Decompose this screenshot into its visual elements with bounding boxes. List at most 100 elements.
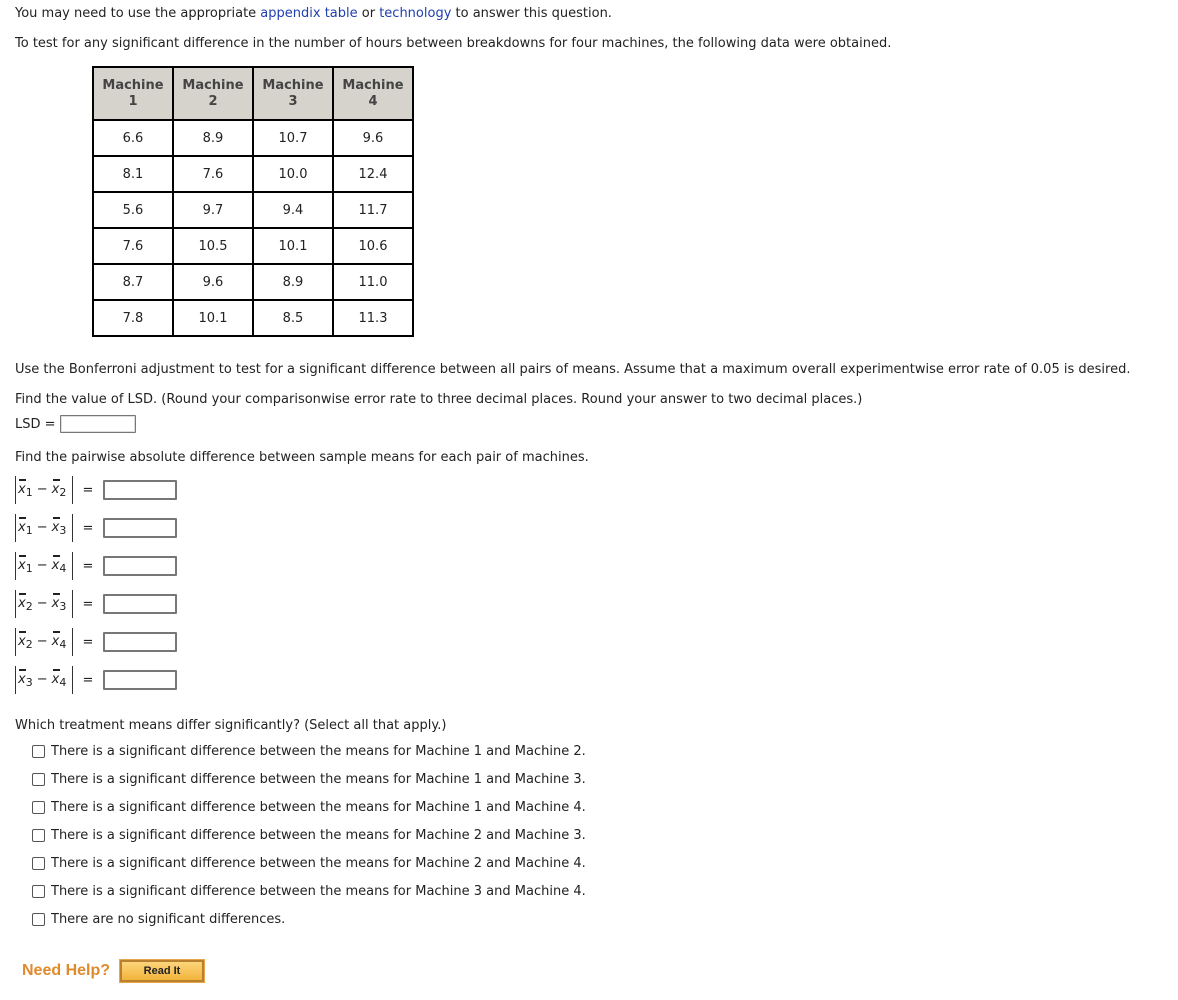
table-cell: 11.0: [332, 263, 414, 301]
table-cell: 9.6: [332, 119, 414, 157]
equals-sign: =: [82, 634, 94, 650]
equals-sign: =: [82, 596, 94, 612]
checkbox[interactable]: [32, 857, 45, 870]
option-label: There are no significant differences.: [51, 912, 286, 927]
intro-suffix: to answer this question.: [451, 6, 612, 21]
pairwise-diff-input-1-4[interactable]: [103, 556, 177, 576]
lsd-instruction: Find the value of LSD. (Round your compa…: [15, 392, 863, 407]
pairwise-row: x 1− x 2 =: [15, 474, 177, 506]
minus-sign: −: [36, 482, 48, 497]
lsd-input[interactable]: [59, 415, 136, 433]
minus-sign: −: [36, 520, 48, 535]
pairwise-diff-input-2-3[interactable]: [103, 594, 177, 614]
answer-option[interactable]: There is a significant difference betwee…: [32, 744, 586, 759]
table-cell: 11.7: [332, 191, 414, 229]
subscript: 3: [59, 600, 67, 613]
lsd-label: LSD =: [15, 416, 56, 432]
abs-difference-expression: x 2− x 4: [15, 628, 73, 656]
option-label: There is a significant difference betwee…: [51, 828, 586, 843]
bonferroni-instruction: Use the Bonferroni adjustment to test fo…: [15, 362, 1131, 377]
subscript: 1: [25, 524, 33, 537]
need-help-label: Need Help?: [22, 962, 111, 979]
technology-link[interactable]: technology: [379, 6, 451, 21]
answer-option[interactable]: There is a significant difference betwee…: [32, 856, 586, 871]
minus-sign: −: [36, 634, 48, 649]
table-row: 8.7 9.6 8.9 11.0: [92, 263, 414, 301]
table-row: 6.6 8.9 10.7 9.6: [92, 119, 414, 157]
abs-difference-expression: x 1− x 2: [15, 476, 73, 504]
table-cell: 9.7: [172, 191, 254, 229]
table-cell: 7.8: [92, 299, 174, 337]
abs-difference-expression: x 1− x 4: [15, 552, 73, 580]
table-cell: 12.4: [332, 155, 414, 193]
table-cell: 8.9: [252, 263, 334, 301]
equals-sign: =: [82, 672, 94, 688]
equals-sign: =: [82, 482, 94, 498]
minus-sign: −: [36, 596, 48, 611]
pairwise-diff-input-1-2[interactable]: [103, 480, 177, 500]
problem-statement: To test for any significant difference i…: [15, 36, 892, 51]
table-row: 5.6 9.7 9.4 11.7: [92, 191, 414, 229]
subscript: 2: [59, 486, 67, 499]
abs-difference-expression: x 3− x 4: [15, 666, 73, 694]
pairwise-diff-input-1-3[interactable]: [103, 518, 177, 538]
checkbox[interactable]: [32, 773, 45, 786]
significance-question: Which treatment means differ significant…: [15, 718, 447, 733]
table-cell: 11.3: [332, 299, 414, 337]
option-label: There is a significant difference betwee…: [51, 856, 586, 871]
checkbox[interactable]: [32, 745, 45, 758]
appendix-table-link[interactable]: appendix table: [260, 6, 357, 21]
pairwise-row: x 1− x 3 =: [15, 512, 177, 544]
checkbox[interactable]: [32, 885, 45, 898]
table-cell: 9.6: [172, 263, 254, 301]
table-cell: 9.4: [252, 191, 334, 229]
xbar-symbol: x: [52, 628, 60, 649]
table-cell: 8.5: [252, 299, 334, 337]
minus-sign: −: [36, 672, 48, 687]
subscript: 1: [25, 486, 33, 499]
xbar-symbol: x: [18, 514, 26, 535]
header-machine-4: Machine 4: [332, 66, 414, 121]
xbar-symbol: x: [52, 552, 60, 573]
xbar-symbol: x: [52, 476, 60, 497]
xbar-symbol: x: [18, 666, 26, 687]
pairwise-diff-input-3-4[interactable]: [103, 670, 177, 690]
xbar-symbol: x: [18, 628, 26, 649]
table-row: 7.8 10.1 8.5 11.3: [92, 299, 414, 337]
header-machine-1: Machine 1: [92, 66, 174, 121]
answer-option[interactable]: There is a significant difference betwee…: [32, 772, 586, 787]
option-label: There is a significant difference betwee…: [51, 772, 586, 787]
header-machine-3: Machine 3: [252, 66, 334, 121]
table-header-row: Machine 1 Machine 2 Machine 3 Machine 4: [92, 66, 414, 121]
checkbox[interactable]: [32, 913, 45, 926]
answer-option[interactable]: There is a significant difference betwee…: [32, 884, 586, 899]
table-cell: 6.6: [92, 119, 174, 157]
table-cell: 7.6: [92, 227, 174, 265]
table-cell: 10.1: [172, 299, 254, 337]
answer-option[interactable]: There is a significant difference betwee…: [32, 800, 586, 815]
checkbox[interactable]: [32, 829, 45, 842]
table-row: 7.6 10.5 10.1 10.6: [92, 227, 414, 265]
subscript: 2: [25, 638, 33, 651]
table-cell: 8.9: [172, 119, 254, 157]
xbar-symbol: x: [52, 590, 60, 611]
abs-difference-expression: x 2− x 3: [15, 590, 73, 618]
answer-option[interactable]: There are no significant differences.: [32, 912, 285, 927]
minus-sign: −: [36, 558, 48, 573]
checkbox[interactable]: [32, 801, 45, 814]
help-section: Need Help? Read It: [22, 959, 206, 983]
pairwise-instruction: Find the pairwise absolute difference be…: [15, 450, 589, 465]
equals-sign: =: [82, 520, 94, 536]
table-cell: 8.1: [92, 155, 174, 193]
read-it-button[interactable]: Read It: [119, 959, 206, 983]
table-cell: 5.6: [92, 191, 174, 229]
lsd-row: LSD =: [15, 415, 136, 433]
answer-option[interactable]: There is a significant difference betwee…: [32, 828, 586, 843]
xbar-symbol: x: [52, 666, 60, 687]
subscript: 3: [25, 676, 33, 689]
xbar-symbol: x: [18, 476, 26, 497]
pairwise-diff-input-2-4[interactable]: [103, 632, 177, 652]
table-cell: 10.7: [252, 119, 334, 157]
intro-middle: or: [357, 6, 380, 21]
xbar-symbol: x: [18, 590, 26, 611]
